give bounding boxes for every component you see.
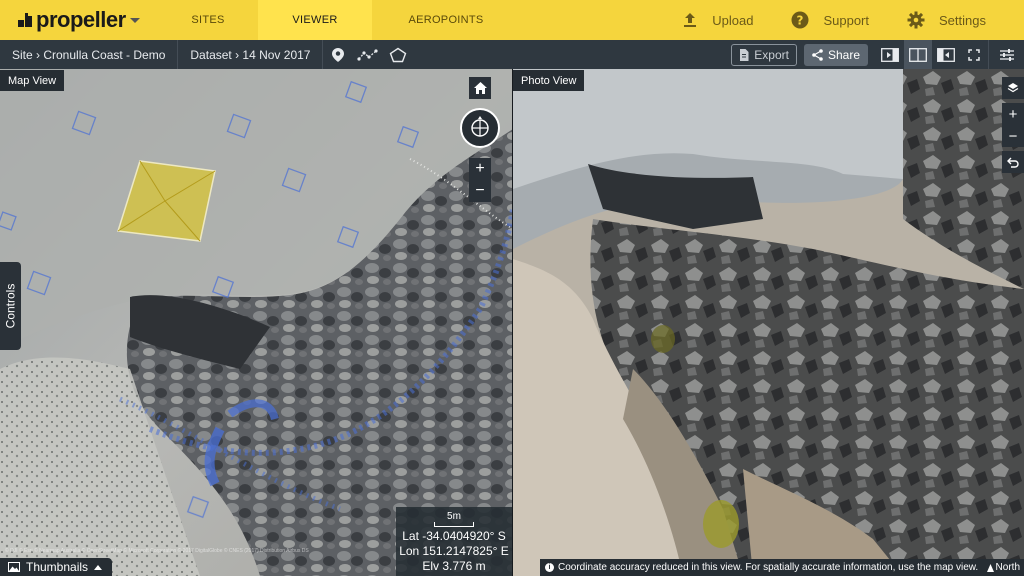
upload-icon (684, 13, 697, 27)
north-arrow-icon (986, 563, 994, 572)
coordinate-readout: 5m Lat -34.0404920° S Lon 151.2147825° E… (396, 507, 512, 576)
logo-text: propeller (36, 7, 126, 32)
north-label: North (995, 562, 1020, 573)
tab-viewer[interactable]: VIEWER (258, 0, 372, 40)
share-label: Share (827, 47, 860, 62)
gear-icon (907, 11, 925, 29)
photo-zoom-in-icon[interactable]: + (1002, 103, 1024, 125)
controls-drawer-toggle[interactable]: Controls (0, 262, 21, 350)
svg-text:?: ? (797, 14, 804, 28)
elevation-readout: Elv 3.776 m (422, 559, 486, 573)
layers-icon[interactable] (1002, 77, 1024, 99)
support-label: Support (823, 12, 870, 28)
share-icon (812, 48, 823, 61)
zoom-out-icon[interactable]: − (469, 180, 491, 202)
zoom-in-icon[interactable]: + (469, 158, 491, 180)
polygon-icon[interactable] (383, 40, 413, 69)
logo-mark-icon (18, 13, 32, 27)
latitude-readout: Lat -34.0404920° S (402, 529, 506, 543)
chevron-up-icon (94, 564, 103, 570)
map-zoom-controls: + − (469, 158, 491, 202)
undo-icon[interactable] (1002, 151, 1024, 173)
export-button[interactable]: Export (731, 43, 797, 66)
info-icon: i (545, 563, 554, 572)
map-view-label: Map View (0, 70, 65, 91)
help-icon: ? (791, 11, 809, 29)
tab-aeropoints[interactable]: AEROPOINTS (372, 0, 520, 40)
map-only-view-icon[interactable] (876, 40, 904, 69)
image-icon (8, 562, 20, 572)
photo-view-panel[interactable]: Photo View + − i Coordinate accuracy red… (513, 69, 1024, 576)
accuracy-notice-text: Coordinate accuracy reduced in this view… (558, 562, 979, 573)
compass-icon[interactable] (460, 108, 500, 148)
map-view-panel[interactable]: Map View + − Controls © DJI © Esri © Nea… (0, 69, 513, 576)
breadcrumb-dataset[interactable]: Dataset › 14 Nov 2017 (178, 40, 324, 69)
drone-photo-image[interactable] (513, 69, 1024, 576)
photo-view-tools: + − (1002, 77, 1024, 177)
scale-bar (434, 522, 474, 527)
photo-zoom-out-icon[interactable]: − (1002, 125, 1024, 147)
fullscreen-icon[interactable] (960, 40, 988, 69)
chevron-down-icon[interactable] (129, 17, 140, 23)
viewer-toolbar: Site › Cronulla Coast - Demo Dataset › 1… (0, 40, 1024, 69)
filters-icon[interactable] (988, 40, 1024, 69)
thumbnails-label: Thumbnails (26, 560, 89, 574)
thumbnails-toggle[interactable]: Thumbnails (0, 558, 112, 576)
settings-button[interactable]: Settings (907, 11, 986, 29)
orthomosaic-map-image[interactable] (0, 69, 513, 576)
support-button[interactable]: ? Support (791, 11, 869, 29)
upload-label: Upload (712, 12, 754, 28)
north-indicator: North (986, 559, 1020, 576)
controls-label: Controls (3, 283, 18, 329)
split-view-icon[interactable] (904, 40, 932, 69)
location-pin-icon[interactable] (323, 40, 353, 69)
share-button[interactable]: Share (803, 43, 868, 66)
propeller-logo[interactable]: propeller (18, 7, 140, 33)
document-icon (740, 48, 749, 61)
polyline-icon[interactable] (353, 40, 383, 69)
top-navigation-bar: propeller SITES VIEWER AEROPOINTS Upload… (0, 0, 1024, 40)
scale-label: 5m (447, 511, 461, 522)
accuracy-notice: i Coordinate accuracy reduced in this vi… (540, 559, 1024, 576)
longitude-readout: Lon 151.2147825° E (399, 544, 509, 558)
photo-only-view-icon[interactable] (932, 40, 960, 69)
photo-view-label: Photo View (513, 70, 585, 91)
tab-sites[interactable]: SITES (158, 0, 258, 40)
breadcrumb-site[interactable]: Site › Cronulla Coast - Demo (0, 40, 179, 69)
home-icon[interactable] (469, 77, 491, 99)
settings-label: Settings (939, 12, 986, 28)
map-attribution: © DJI © Esri © Nearmap Australia © OpenS… (5, 548, 309, 554)
export-label: Export (754, 47, 789, 62)
upload-button[interactable]: Upload (682, 12, 753, 28)
